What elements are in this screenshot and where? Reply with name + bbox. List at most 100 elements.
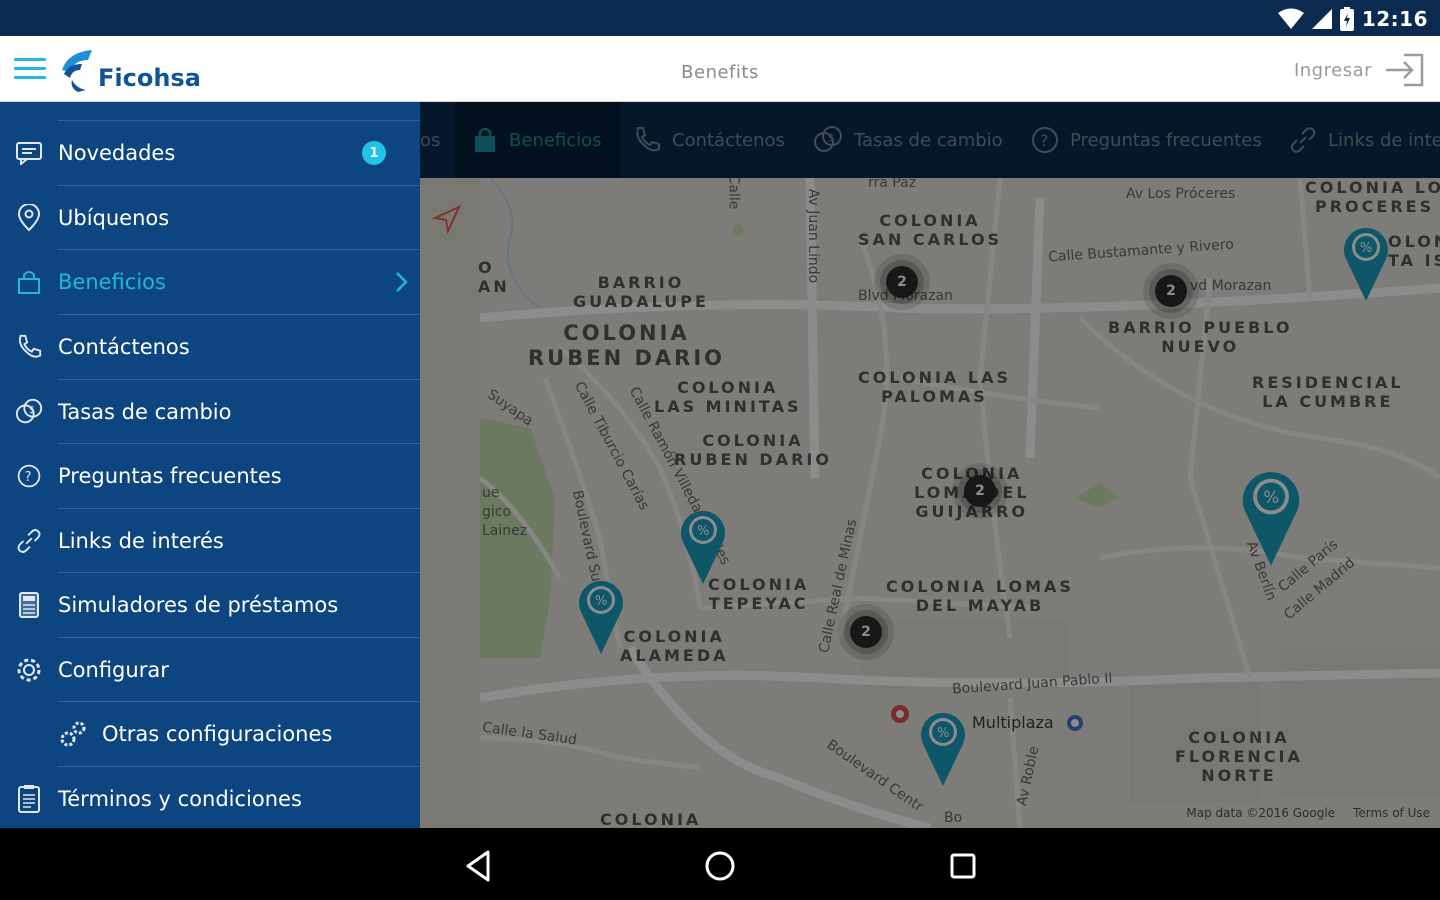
tab-links-de-interes[interactable]: Links de inter [1288, 102, 1440, 178]
map-label-street: Calle [725, 178, 742, 210]
map-label-street: Multiplaza [972, 713, 1054, 732]
link-icon [1290, 127, 1316, 153]
map-label-neighborhood: COLONIA FLORENCIA NORTE [1175, 728, 1303, 785]
drawer-item-simuladores[interactable]: Simuladores de préstamos [0, 573, 420, 638]
tab-beneficios[interactable]: Beneficios [455, 102, 620, 178]
cluster-count: 2 [861, 624, 871, 640]
benefit-pin[interactable]: % [918, 708, 968, 788]
tab-label: Tasas de cambio [854, 129, 1003, 151]
map-cluster[interactable]: 2 [950, 461, 1010, 521]
drawer-item-label: Tasas de cambio [58, 400, 232, 425]
compass-icon[interactable] [432, 204, 462, 234]
map-cluster[interactable]: 2 [836, 602, 896, 662]
map-cluster[interactable]: 2 [872, 252, 932, 312]
exchange-icon: $ [814, 126, 842, 152]
question-icon: ? [14, 461, 44, 491]
status-time: 12:16 [1361, 7, 1428, 31]
map-label-neighborhood: O AN [478, 258, 510, 296]
phone-icon [14, 332, 44, 362]
svg-text:$: $ [828, 133, 834, 144]
navigation-drawer: Novedades 1 Ubíquenos Beneficios Contáct… [0, 102, 420, 828]
mall-icon [1067, 715, 1083, 731]
drawer-item-otras-configuraciones[interactable]: Otras configuraciones [0, 702, 420, 767]
svg-text:%: % [937, 726, 949, 741]
map-label-neighborhood: COLONIA LO PROCERES [1305, 178, 1440, 216]
map-label-neighborhood: COLONIA ALAMEDA [620, 627, 729, 665]
system-nav-bar [0, 828, 1440, 900]
home-icon[interactable] [700, 846, 740, 886]
drawer-item-tasas-de-cambio[interactable]: $ Tasas de cambio [0, 380, 420, 445]
back-icon[interactable] [458, 846, 498, 886]
map-label-neighborhood: COLONIA [600, 810, 702, 828]
tab-contactenos[interactable]: Contáctenos [632, 102, 785, 178]
drawer-item-terminos[interactable]: Términos y condiciones [0, 767, 420, 828]
benefit-pin[interactable]: % [576, 576, 626, 656]
logo-text: Ficohsa [98, 64, 201, 92]
tab-partial[interactable]: os [420, 102, 440, 178]
logo: Ficohsa [58, 46, 201, 94]
notification-badge: 1 [362, 141, 386, 166]
map-label-neighborhood: COLONIA LAS PALOMAS [858, 368, 1011, 406]
document-icon [14, 784, 44, 814]
map-label-street: ue gico Lainez [482, 485, 528, 539]
bag-icon [475, 127, 495, 152]
gears-icon [58, 719, 88, 749]
drawer-item-label: Términos y condiciones [58, 787, 302, 812]
map-label-street: Av Juan Lindo [805, 188, 822, 284]
drawer-item-novedades[interactable]: Novedades 1 [0, 121, 420, 186]
tab-preguntas-frecuentes[interactable]: ? Preguntas frecuentes [1030, 102, 1262, 178]
map-label-neighborhood: RESIDENCIAL LA CUMBRE [1252, 373, 1404, 411]
svg-text:?: ? [1040, 131, 1049, 150]
exchange-icon: $ [14, 397, 44, 427]
drawer-item-beneficios[interactable]: Beneficios [0, 250, 420, 315]
map-label-neighborhood: COLONIA SAN CARLOS [858, 211, 1003, 249]
map-label-neighborhood: COLONIA RUBEN DARIO [674, 431, 832, 469]
tab-tasas-de-cambio[interactable]: $ Tasas de cambio [812, 102, 1003, 178]
map-label-neighborhood: OLONTA IS [1388, 232, 1440, 270]
benefit-pin[interactable]: % [1239, 465, 1303, 569]
benefit-pin[interactable]: % [678, 506, 728, 586]
link-icon [14, 526, 44, 556]
map-label-neighborhood: COLONIA LAS MINITAS [654, 378, 802, 416]
location-icon [14, 203, 44, 233]
benefit-pin[interactable]: % [1341, 223, 1391, 303]
cluster-count: 2 [975, 483, 985, 499]
signal-icon [1311, 9, 1332, 29]
wifi-icon [1277, 8, 1304, 29]
question-icon: ? [1032, 127, 1058, 153]
tab-label: os [420, 129, 441, 151]
svg-text:%: % [1360, 241, 1372, 256]
recents-icon[interactable] [943, 846, 983, 886]
bag-icon [14, 267, 44, 297]
drawer-item-label: Contáctenos [58, 335, 190, 360]
map-terms-link[interactable]: Terms of Use [1353, 806, 1430, 820]
drawer-item-contactenos[interactable]: Contáctenos [0, 315, 420, 380]
map-footer: Map data ©2016 Google Terms of Use [1186, 806, 1430, 820]
svg-text:%: % [697, 524, 709, 539]
battery-icon [1339, 7, 1354, 31]
map-attribution: Map data ©2016 Google [1186, 806, 1336, 820]
drawer-item-label: Links de interés [58, 529, 224, 554]
gear-icon [14, 655, 44, 685]
tab-label: Beneficios [509, 129, 602, 151]
drawer-item-label: Novedades [58, 141, 176, 166]
login-icon [1386, 53, 1424, 87]
map-label-street: rra Paz [868, 178, 917, 191]
login-button[interactable]: Ingresar [1294, 52, 1424, 88]
map-label-neighborhood: BARRIO PUEBLO NUEVO [1108, 318, 1293, 356]
drawer-item-preguntas-frecuentes[interactable]: ? Preguntas frecuentes [0, 444, 420, 509]
svg-text:?: ? [25, 470, 32, 485]
drawer-item-links-de-interes[interactable]: Links de interés [0, 509, 420, 574]
drawer-item-configurar[interactable]: Configurar [0, 638, 420, 703]
map-cluster[interactable]: 2 [1141, 261, 1201, 321]
drawer-item-label: Preguntas frecuentes [58, 464, 282, 489]
chevron-right-icon [396, 272, 408, 293]
cluster-count: 2 [897, 274, 907, 290]
status-icons: 12:16 [1277, 6, 1428, 32]
svg-text:$: $ [29, 405, 35, 416]
map-label-neighborhood: BARRIO GUADALUPE [573, 273, 709, 311]
svg-text:%: % [595, 594, 607, 609]
menu-icon[interactable] [14, 58, 46, 82]
map-label-neighborhood: COLONIA RUBEN DARIO [528, 321, 725, 370]
drawer-item-ubiquenos[interactable]: Ubíquenos [0, 186, 420, 251]
